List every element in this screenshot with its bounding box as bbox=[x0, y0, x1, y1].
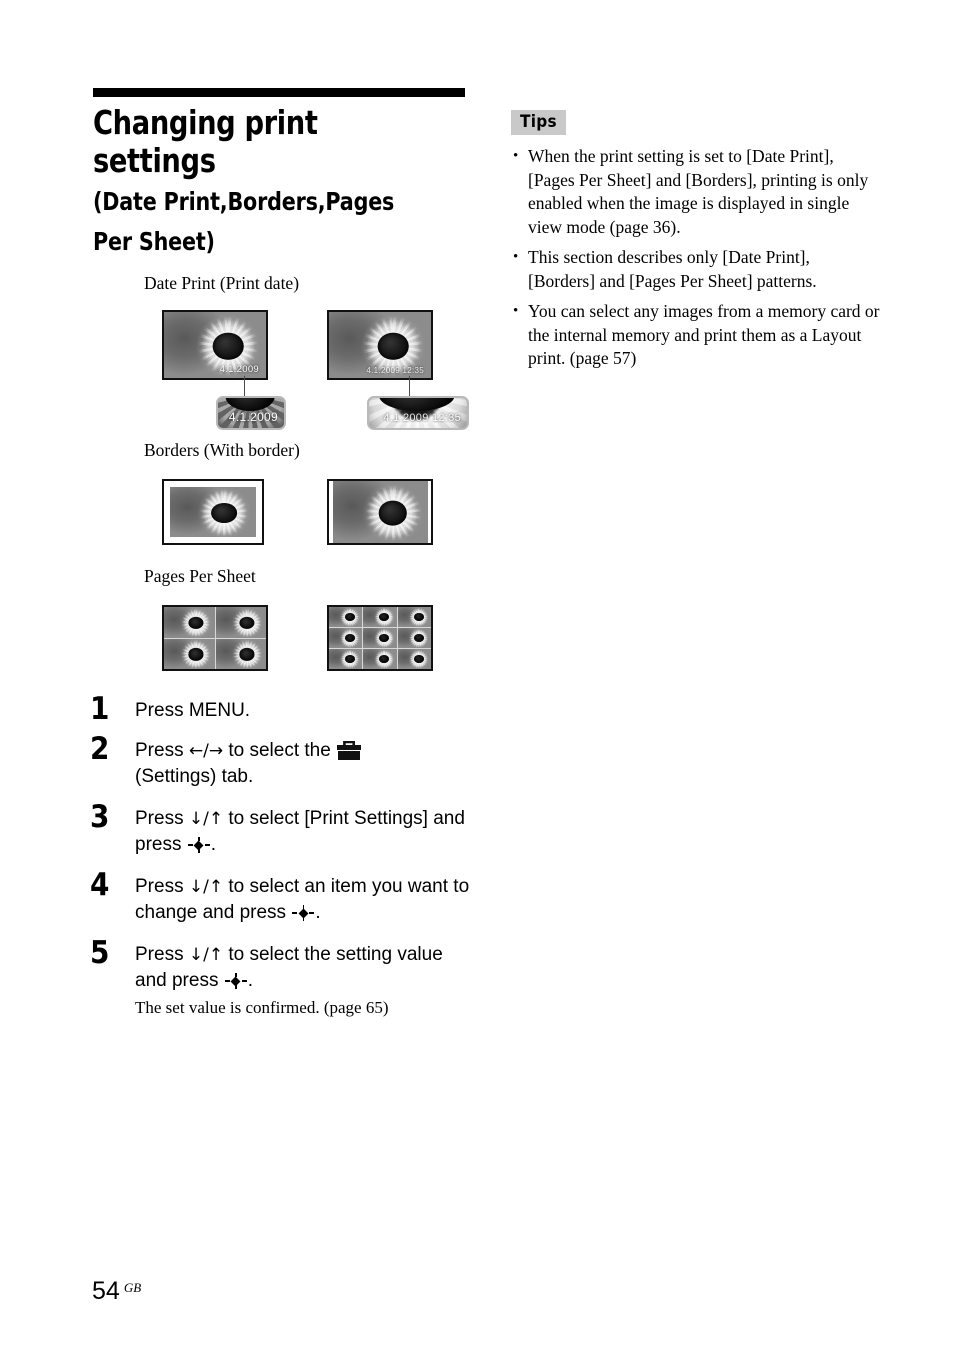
step-text: Press ←/→ to select the (Settings) tab. bbox=[135, 736, 475, 790]
sample-label-pages-per-sheet: Pages Per Sheet bbox=[144, 566, 256, 586]
sample-label-date-print: Date Print (Print date) bbox=[144, 273, 300, 293]
tile bbox=[329, 649, 363, 669]
step-1-text: Press MENU. bbox=[135, 700, 251, 721]
sample-block-borders: Borders (With border) bbox=[93, 440, 493, 559]
page-subtitle: (Date Print,Borders,Pages Per Sheet) bbox=[93, 187, 395, 256]
step-4: 4 Press ↓/↑ to select an item you want t… bbox=[90, 867, 490, 926]
step-5-before: Press bbox=[135, 944, 189, 965]
tile bbox=[363, 607, 397, 627]
step-text: Press ↓/↑ to select an item you want to … bbox=[135, 872, 475, 926]
step-2-before: Press bbox=[135, 740, 189, 761]
step-5: 5 Press ↓/↑ to select the setting value … bbox=[90, 935, 490, 1019]
thumbnail-pages-3x3 bbox=[327, 605, 433, 671]
tile bbox=[397, 649, 431, 669]
tile bbox=[164, 607, 215, 638]
step-text: Press ↓/↑ to select [Print Settings] and… bbox=[135, 804, 475, 858]
enter-icon bbox=[187, 837, 210, 853]
tile-grid-3x3 bbox=[329, 607, 431, 669]
step-number: 2 bbox=[90, 731, 110, 767]
callout-connector-b bbox=[409, 376, 410, 398]
up-down-arrow-glyph: ↓/↑ bbox=[188, 809, 224, 829]
step-4-before: Press bbox=[135, 876, 189, 897]
enter-icon bbox=[224, 973, 247, 989]
procedure-steps: 1 Press MENU. 2 Press ←/→ to select the … bbox=[90, 691, 490, 1031]
thumbnail-date-print-b: 4.1.2009 12:35 bbox=[327, 310, 433, 380]
tips-list: When the print setting is set to [Date P… bbox=[511, 145, 881, 371]
date-overlay-b: 4.1.2009 12:35 bbox=[366, 366, 424, 375]
page-number: 54 bbox=[92, 1277, 120, 1305]
thumbnail-pages-2x2 bbox=[162, 605, 268, 671]
left-column: Changing print settings (Date Print,Bord… bbox=[93, 88, 473, 262]
callout-date-text-a: 4.1.2009 bbox=[228, 410, 278, 424]
tips-panel: Tips When the print setting is set to [D… bbox=[511, 110, 881, 378]
tile bbox=[397, 607, 431, 627]
sunflower-photo bbox=[333, 481, 428, 543]
step-3-before: Press bbox=[135, 808, 189, 829]
sample-block-pages-per-sheet: Pages Per Sheet bbox=[93, 566, 493, 685]
step-2: 2 Press ←/→ to select the (Settings) tab… bbox=[90, 731, 490, 790]
page-region-code: GB bbox=[123, 1280, 142, 1295]
tile bbox=[363, 628, 397, 648]
tile bbox=[363, 649, 397, 669]
left-right-arrow-glyph: ←/→ bbox=[188, 741, 224, 761]
thumbnail-with-border bbox=[162, 479, 264, 545]
up-down-arrow-glyph: ↓/↑ bbox=[188, 877, 224, 897]
tile bbox=[164, 638, 215, 669]
tips-item: You can select any images from a memory … bbox=[511, 300, 881, 371]
sunflower-photo bbox=[170, 487, 256, 537]
page-footer: 54 GB bbox=[92, 1279, 141, 1304]
tile bbox=[329, 607, 363, 627]
tile bbox=[215, 638, 266, 669]
up-down-arrow-glyph: ↓/↑ bbox=[188, 945, 224, 965]
step-2-after: (Settings) tab. bbox=[135, 766, 254, 787]
thumbnail-date-print-a: 4.1.2009 bbox=[162, 310, 268, 380]
step-number: 5 bbox=[90, 935, 110, 971]
title-rule bbox=[93, 88, 465, 97]
tips-item: This section describes only [Date Print]… bbox=[511, 246, 881, 293]
step-4-after: . bbox=[315, 902, 321, 923]
callout-date-text-b: 4.1.2009 12:35 bbox=[383, 412, 461, 424]
step-3-after: . bbox=[210, 834, 217, 855]
step-number: 1 bbox=[90, 691, 110, 727]
step-5-subtext: The set value is confirmed. (page 65) bbox=[135, 998, 389, 1017]
step-number: 4 bbox=[90, 867, 110, 903]
tile bbox=[397, 628, 431, 648]
step-2-middle: to select the bbox=[223, 740, 337, 761]
toolbox-icon bbox=[337, 741, 362, 760]
step-3: 3 Press ↓/↑ to select [Print Settings] a… bbox=[90, 799, 490, 858]
tips-badge: Tips bbox=[511, 110, 566, 135]
date-overlay-a: 4.1.2009 bbox=[219, 364, 259, 375]
step-1: 1 Press MENU. bbox=[90, 691, 490, 727]
step-text: Press ↓/↑ to select the setting value an… bbox=[135, 940, 475, 1019]
tile bbox=[215, 607, 266, 638]
sample-block-date-print: Date Print (Print date) 4.1.2009 4.1.200… bbox=[93, 273, 493, 432]
photo-inset bbox=[333, 481, 428, 543]
callout-date-b: 4.1.2009 12:35 bbox=[367, 396, 469, 430]
callout-date-a: 4.1.2009 bbox=[216, 396, 286, 430]
step-5-after: . bbox=[247, 970, 254, 991]
enter-icon bbox=[292, 905, 315, 921]
callout-connector-a bbox=[244, 376, 245, 398]
page-title: Changing print settings bbox=[93, 103, 318, 180]
thumbnail-without-border bbox=[327, 479, 433, 545]
photo-inset bbox=[170, 487, 256, 537]
step-number: 3 bbox=[90, 799, 110, 835]
tile bbox=[329, 628, 363, 648]
tips-item: When the print setting is set to [Date P… bbox=[511, 145, 881, 239]
step-text: Press MENU. bbox=[135, 696, 475, 724]
tile-grid-2x2 bbox=[164, 607, 266, 669]
sample-label-borders: Borders (With border) bbox=[144, 440, 300, 460]
